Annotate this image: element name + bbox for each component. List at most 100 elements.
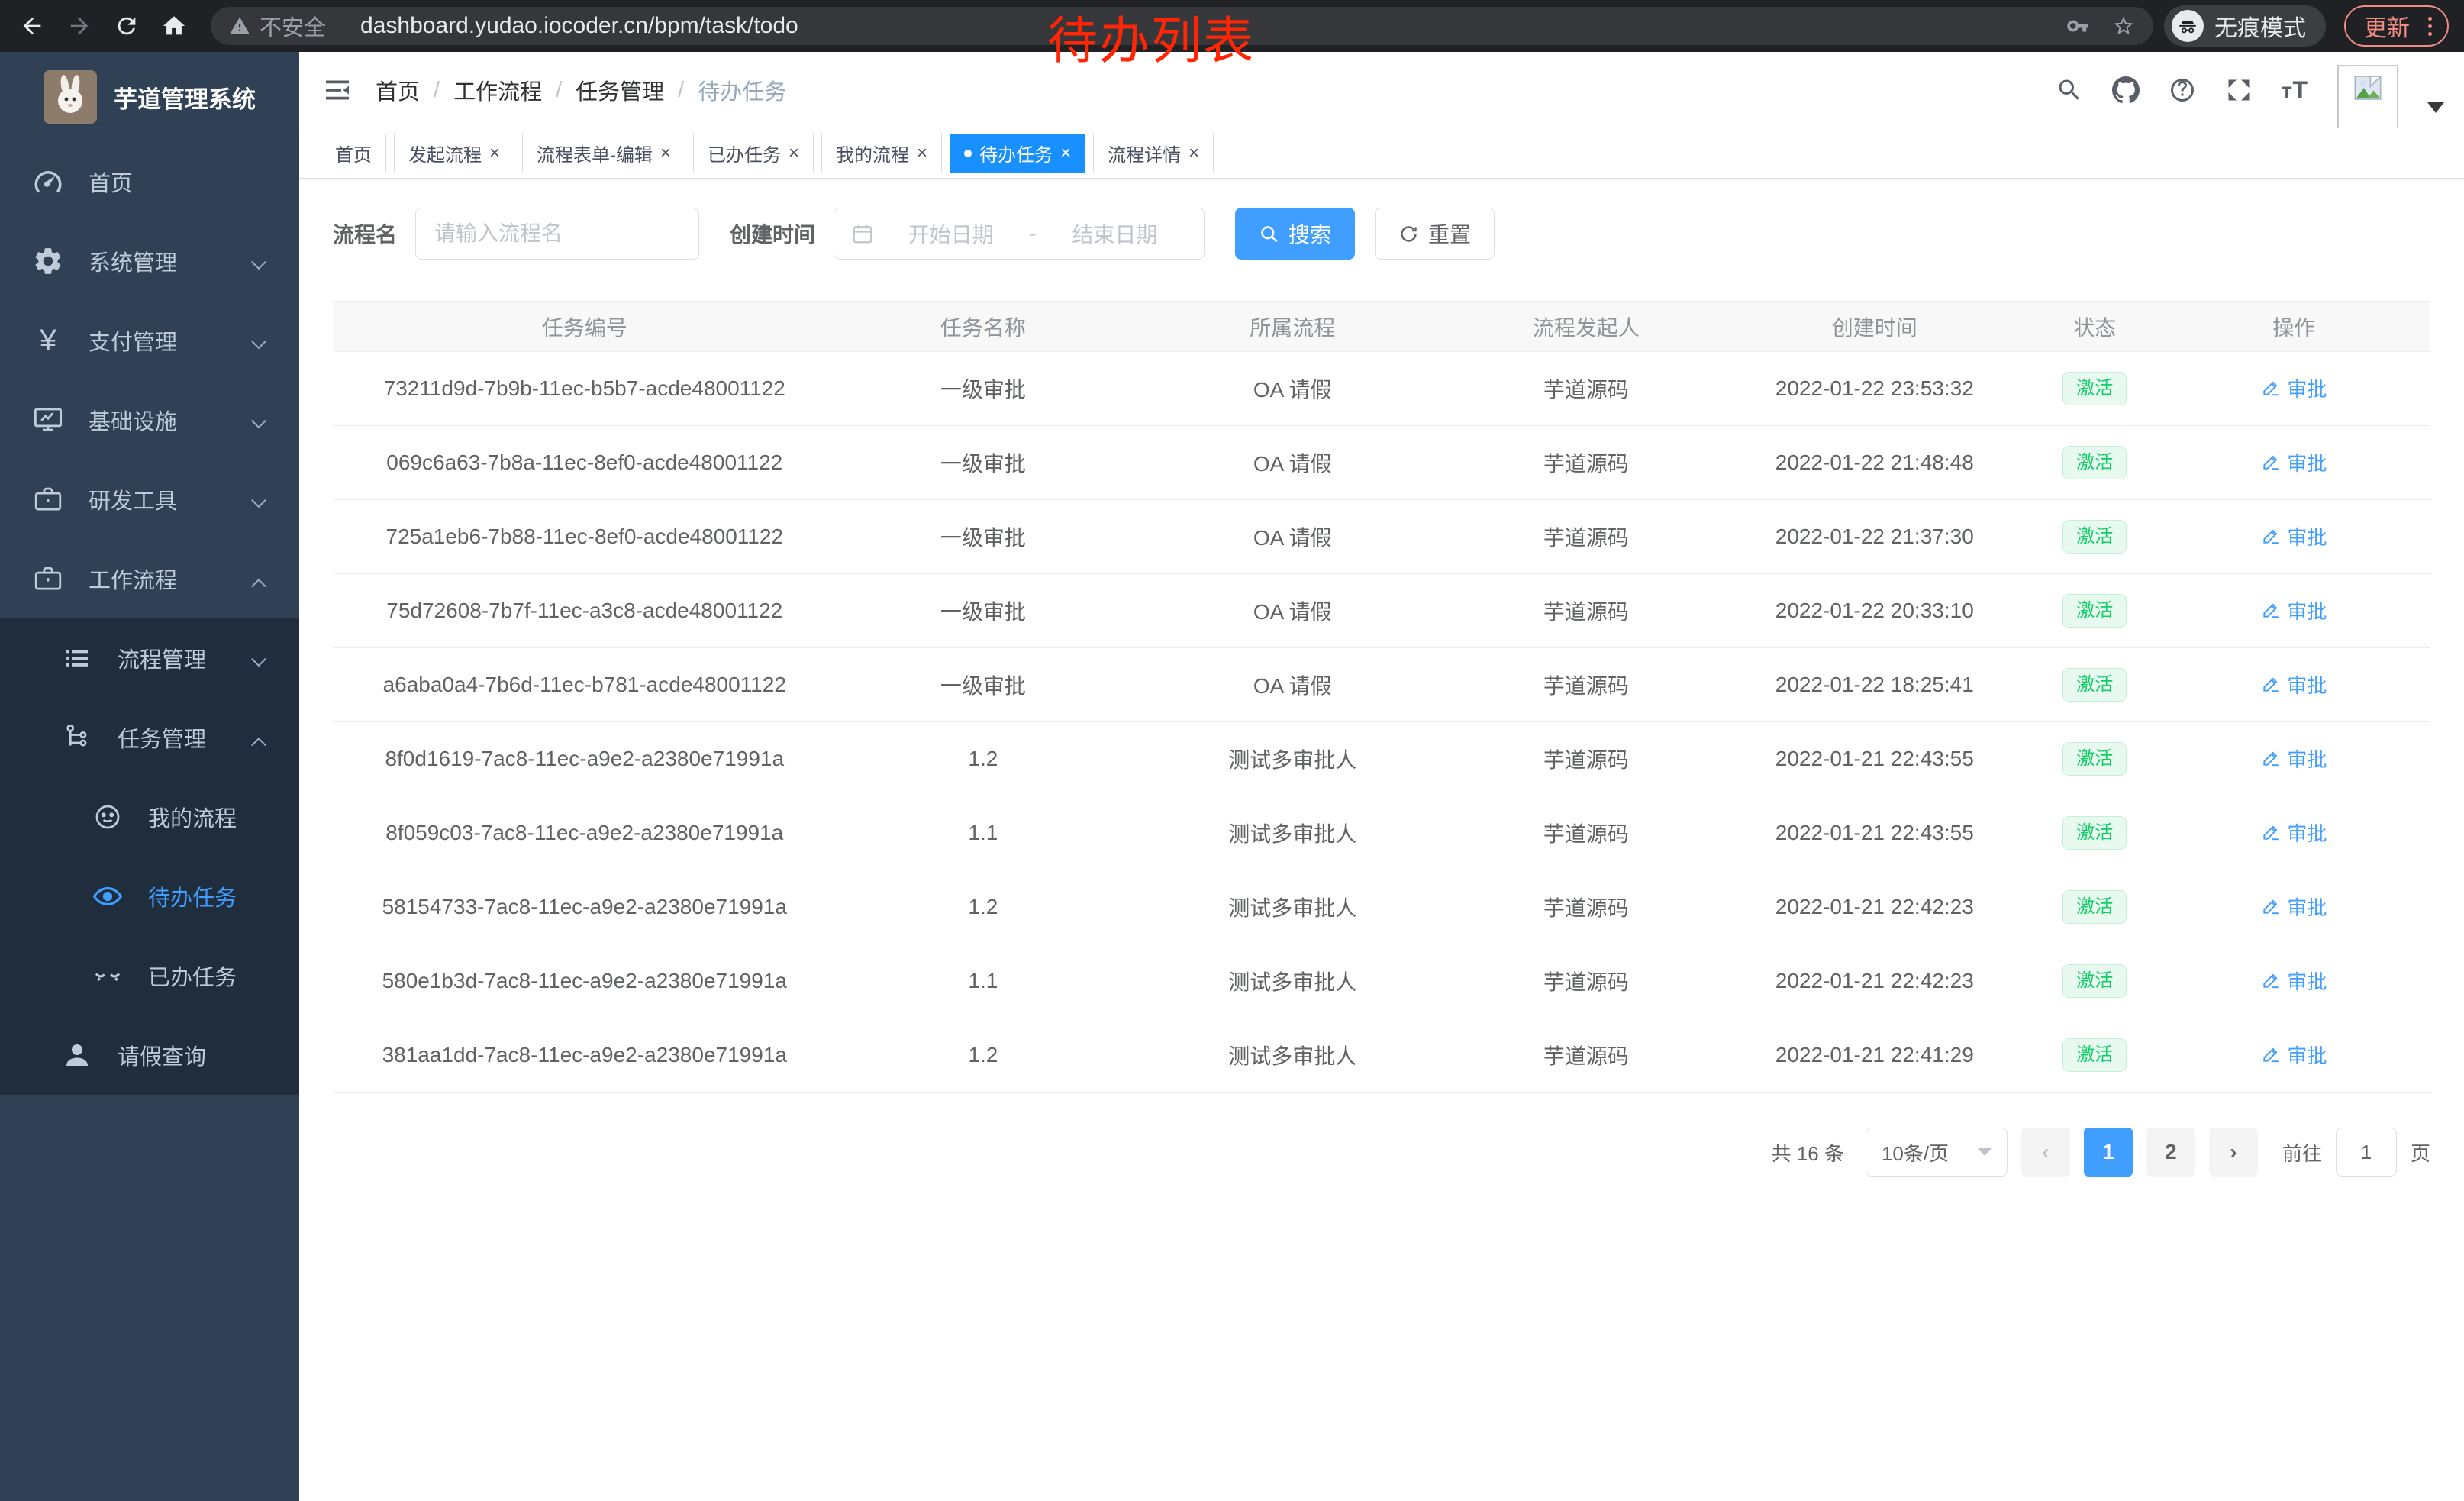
incognito-label: 无痕模式 <box>2214 9 2306 43</box>
approve-button[interactable]: 审批 <box>2261 522 2327 550</box>
chevron-up-icon <box>253 738 267 751</box>
process-name-input[interactable] <box>415 208 699 260</box>
tab-close-icon[interactable]: × <box>1060 144 1071 163</box>
approve-label: 审批 <box>2287 522 2327 550</box>
key-icon[interactable] <box>2066 15 2089 37</box>
sidebar-item-label: 基础设施 <box>89 404 177 436</box>
approve-button[interactable]: 审批 <box>2261 967 2327 995</box>
status-cell: 激活 <box>2032 890 2158 924</box>
eye-open-icon <box>90 879 125 914</box>
top-navbar: 首页/工作流程/任务管理/待办任务 TT <box>299 52 2464 128</box>
approve-button[interactable]: 审批 <box>2261 744 2327 773</box>
update-label[interactable]: 更新 <box>2364 9 2410 43</box>
approve-button[interactable]: 审批 <box>2261 670 2327 699</box>
sidebar-item-首页[interactable]: 首页 <box>0 142 299 221</box>
task-name-cell: 一级审批 <box>837 373 1130 404</box>
fullscreen-icon[interactable] <box>2225 76 2253 104</box>
approve-button[interactable]: 审批 <box>2261 448 2327 476</box>
tab-close-icon[interactable]: × <box>1188 144 1199 163</box>
security-warning-icon[interactable] <box>229 15 250 37</box>
browser-forward-button[interactable] <box>63 9 96 43</box>
tab-待办任务[interactable]: 待办任务× <box>950 134 1085 173</box>
table-row: 58154733-7ac8-11ec-a9e2-a2380e71991a1.2测… <box>333 870 2430 944</box>
column-header: 创建时间 <box>1717 311 2032 342</box>
breadcrumb-item[interactable]: 工作流程 <box>453 74 542 106</box>
page-button-1[interactable]: 1 <box>2084 1128 2133 1177</box>
sidebar-item-label: 支付管理 <box>89 324 177 357</box>
prev-page-button[interactable]: ‹ <box>2021 1128 2070 1177</box>
approve-button[interactable]: 审批 <box>2261 596 2327 625</box>
goto-page-input[interactable] <box>2336 1128 2397 1177</box>
font-size-icon[interactable]: TT <box>2282 76 2308 105</box>
status-badge: 激活 <box>2062 964 2127 998</box>
tab-close-icon[interactable]: × <box>660 144 671 163</box>
initiator-cell: 芋道源码 <box>1455 670 1717 700</box>
hamburger-icon <box>322 75 353 105</box>
page-button-2[interactable]: 2 <box>2146 1128 2195 1177</box>
start-date-placeholder[interactable]: 开始日期 <box>879 218 1023 249</box>
breadcrumb-item[interactable]: 任务管理 <box>576 74 664 106</box>
status-cell: 激活 <box>2032 1038 2158 1072</box>
help-icon[interactable] <box>2169 76 2196 104</box>
sidebar-item-待办任务[interactable]: 待办任务 <box>0 857 299 936</box>
tags-view-bar: 首页发起流程×流程表单-编辑×已办任务×我的流程×待办任务×流程详情× <box>299 128 2464 179</box>
date-range-picker[interactable]: 开始日期 - 结束日期 <box>834 208 1205 260</box>
status-cell: 激活 <box>2032 594 2158 628</box>
sidebar-item-基础设施[interactable]: 基础设施 <box>0 380 299 460</box>
breadcrumb-separator: / <box>434 78 440 103</box>
sidebar-logo[interactable]: 芋道管理系统 <box>0 52 299 142</box>
browser-update-button[interactable]: 更新 <box>2344 5 2449 47</box>
url-text[interactable]: dashboard.yudao.iocoder.cn/bpm/task/todo <box>360 13 798 39</box>
browser-back-button[interactable] <box>15 9 49 43</box>
tab-流程详情[interactable]: 流程详情× <box>1093 134 1214 173</box>
filter-bar: 流程名 创建时间 开始日期 - 结束日期 搜索 重置 <box>333 208 2430 260</box>
task-name-cell: 1.1 <box>837 969 1130 993</box>
briefcase-icon <box>31 561 66 596</box>
browser-menu-icon[interactable] <box>2424 17 2437 36</box>
tab-已办任务[interactable]: 已办任务× <box>693 134 814 173</box>
bookmark-star-icon[interactable] <box>2112 15 2135 37</box>
sidebar-item-工作流程[interactable]: 工作流程 <box>0 539 299 618</box>
browser-home-button[interactable] <box>157 9 191 43</box>
status-cell: 激活 <box>2032 446 2158 479</box>
tab-close-icon[interactable]: × <box>917 144 927 163</box>
created-time-cell: 2022-01-21 22:43:55 <box>1717 821 2032 845</box>
next-page-button[interactable]: › <box>2209 1128 2258 1177</box>
tab-close-icon[interactable]: × <box>489 144 500 163</box>
sidebar-item-任务管理[interactable]: 任务管理 <box>0 698 299 777</box>
browser-reload-button[interactable] <box>110 9 144 43</box>
github-icon[interactable] <box>2112 76 2140 104</box>
approve-button[interactable]: 审批 <box>2261 1041 2327 1069</box>
reset-button[interactable]: 重置 <box>1375 208 1495 260</box>
pagination: 共 16 条 10条/页 ‹ 12 › 前往 页 <box>333 1128 2430 1177</box>
task-id-cell: 725a1eb6-7b88-11ec-8ef0-acde48001122 <box>333 525 837 549</box>
security-label[interactable]: 不安全 <box>260 10 326 42</box>
avatar-dropdown-caret[interactable] <box>2427 102 2444 113</box>
tab-流程表单-编辑[interactable]: 流程表单-编辑× <box>522 134 685 173</box>
approve-button[interactable]: 审批 <box>2261 893 2327 921</box>
breadcrumb-item[interactable]: 首页 <box>376 74 420 106</box>
tab-我的流程[interactable]: 我的流程× <box>821 134 942 173</box>
sidebar-item-支付管理[interactable]: ¥支付管理 <box>0 301 299 380</box>
tab-首页[interactable]: 首页 <box>321 134 386 173</box>
search-button[interactable]: 搜索 <box>1235 208 1355 260</box>
end-date-placeholder[interactable]: 结束日期 <box>1043 218 1187 249</box>
sidebar-item-已办任务[interactable]: 已办任务 <box>0 936 299 1015</box>
initiator-cell: 芋道源码 <box>1455 521 1717 552</box>
page-size-select[interactable]: 10条/页 <box>1866 1128 2008 1177</box>
sidebar-item-请假查询[interactable]: 请假查询 <box>0 1015 299 1095</box>
tab-发起流程[interactable]: 发起流程× <box>394 134 514 173</box>
avatar[interactable] <box>2337 65 2398 134</box>
sidebar-item-系统管理[interactable]: 系统管理 <box>0 221 299 301</box>
header-search-icon[interactable] <box>2056 76 2083 104</box>
sidebar-item-研发工具[interactable]: 研发工具 <box>0 460 299 539</box>
approve-button[interactable]: 审批 <box>2261 374 2327 402</box>
approve-button[interactable]: 审批 <box>2261 818 2327 847</box>
sidebar-item-流程管理[interactable]: 流程管理 <box>0 618 299 698</box>
sidebar-item-我的流程[interactable]: 我的流程 <box>0 777 299 857</box>
tab-close-icon[interactable]: × <box>789 144 799 163</box>
sidebar: 芋道管理系统 首页系统管理¥支付管理基础设施研发工具工作流程流程管理任务管理我的… <box>0 52 299 1501</box>
sidebar-item-label: 待办任务 <box>148 880 237 912</box>
sidebar-toggle-button[interactable] <box>299 52 376 128</box>
task-name-cell: 一级审批 <box>837 670 1130 700</box>
